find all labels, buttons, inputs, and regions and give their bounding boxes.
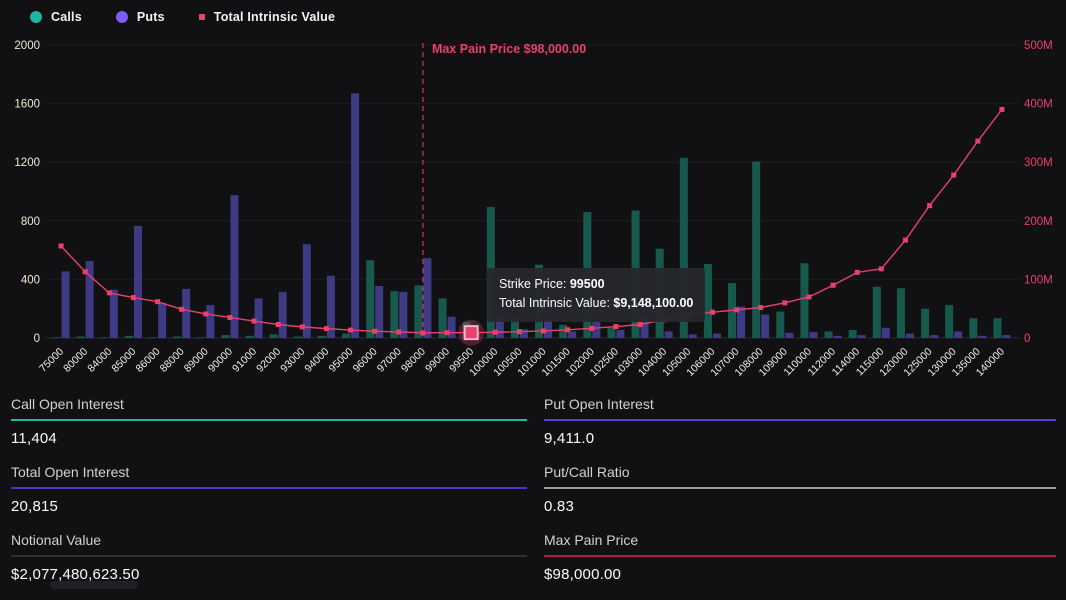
svg-text:400: 400 [21,274,40,286]
svg-text:95000: 95000 [327,346,356,375]
svg-text:99000: 99000 [423,346,452,375]
calls-swatch-icon [30,11,42,23]
stats-panel: Call Open Interest 11,404 Put Open Inter… [11,394,1056,598]
stat-value: 11,404 [11,430,57,447]
svg-text:96000: 96000 [351,346,380,375]
svg-text:98000: 98000 [399,346,428,375]
legend-item-puts[interactable]: Puts [115,10,165,24]
svg-text:94000: 94000 [302,346,331,375]
svg-text:200M: 200M [1024,216,1053,228]
stat-label: Max Pain Price [544,532,639,548]
svg-text:0: 0 [1024,333,1030,345]
stat-value: 9,411.0 [544,430,595,447]
calls-bars [52,157,1002,338]
options-chart-svg[interactable]: 0 400 800 1200 1600 2000 0 100M 200M 300M 400M 500M… [0,0,1066,392]
legend-calls-label: Calls [51,10,82,24]
options-max-pain-dashboard: 0 400 800 1200 1600 2000 0 100M 200M 300M 400M 500M… [0,0,1066,600]
stat-call-open-interest: Call Open Interest 11,404 [11,394,527,462]
x-axis-labels: 7500080000840008500086000880008900090000… [37,346,1007,379]
svg-text:500M: 500M [1024,40,1053,52]
svg-text:400M: 400M [1024,99,1053,111]
highlighted-marker [463,325,479,341]
intrinsic-value-swatch-icon [198,14,205,20]
stat-label: Put Open Interest [544,396,654,412]
stat-value: $98,000.00 [544,566,622,583]
stat-label: Put/Call Ratio [544,464,630,480]
stat-total-open-interest: Total Open Interest 20,815 [11,462,527,530]
stat-label: Notional Value [11,532,102,548]
stat-max-pain-price: Max Pain Price $98,000.00 [544,530,1056,598]
svg-text:1200: 1200 [14,157,40,169]
svg-text:0: 0 [34,333,40,345]
options-chart[interactable]: 0 400 800 1200 1600 2000 0 100M 200M 300M 400M 500M… [0,0,1066,392]
svg-text:92000: 92000 [254,346,283,375]
max-pain-label: Max Pain Price $98,000.00 [432,42,586,56]
stat-value: 20,815 [11,498,59,515]
svg-text:84000: 84000 [85,346,114,375]
svg-text:86000: 86000 [134,346,163,375]
stat-label: Total Open Interest [11,464,130,480]
horizontal-scrollbar-thumb[interactable] [50,581,138,589]
svg-text:75000: 75000 [37,346,66,375]
chart-legend: Calls Puts Total Intrinsic Value [30,10,335,24]
svg-text:80000: 80000 [61,346,90,375]
svg-text:88000: 88000 [158,346,187,375]
puts-swatch-icon [115,11,128,23]
legend-item-calls[interactable]: Calls [30,10,82,24]
svg-text:90000: 90000 [206,346,235,375]
svg-text:89000: 89000 [182,346,211,375]
stat-value: 0.83 [544,498,574,515]
stat-label: Call Open Interest [11,396,124,412]
svg-text:93000: 93000 [278,346,307,375]
svg-text:97000: 97000 [375,346,404,375]
legend-intrinsic-label: Total Intrinsic Value [213,10,336,24]
svg-text:91000: 91000 [230,346,259,375]
svg-text:1600: 1600 [14,99,40,111]
svg-text:800: 800 [21,216,40,228]
legend-puts-label: Puts [136,10,165,24]
svg-text:100M: 100M [1024,274,1053,286]
legend-item-total-intrinsic-value[interactable]: Total Intrinsic Value [198,10,336,24]
svg-text:300M: 300M [1024,157,1053,169]
stat-value: $2,077,480,623.50 [11,566,140,583]
stat-put-call-ratio: Put/Call Ratio 0.83 [544,462,1056,530]
stat-put-open-interest: Put Open Interest 9,411.0 [544,394,1056,462]
svg-text:85000: 85000 [109,346,138,375]
svg-text:2000: 2000 [14,40,40,52]
